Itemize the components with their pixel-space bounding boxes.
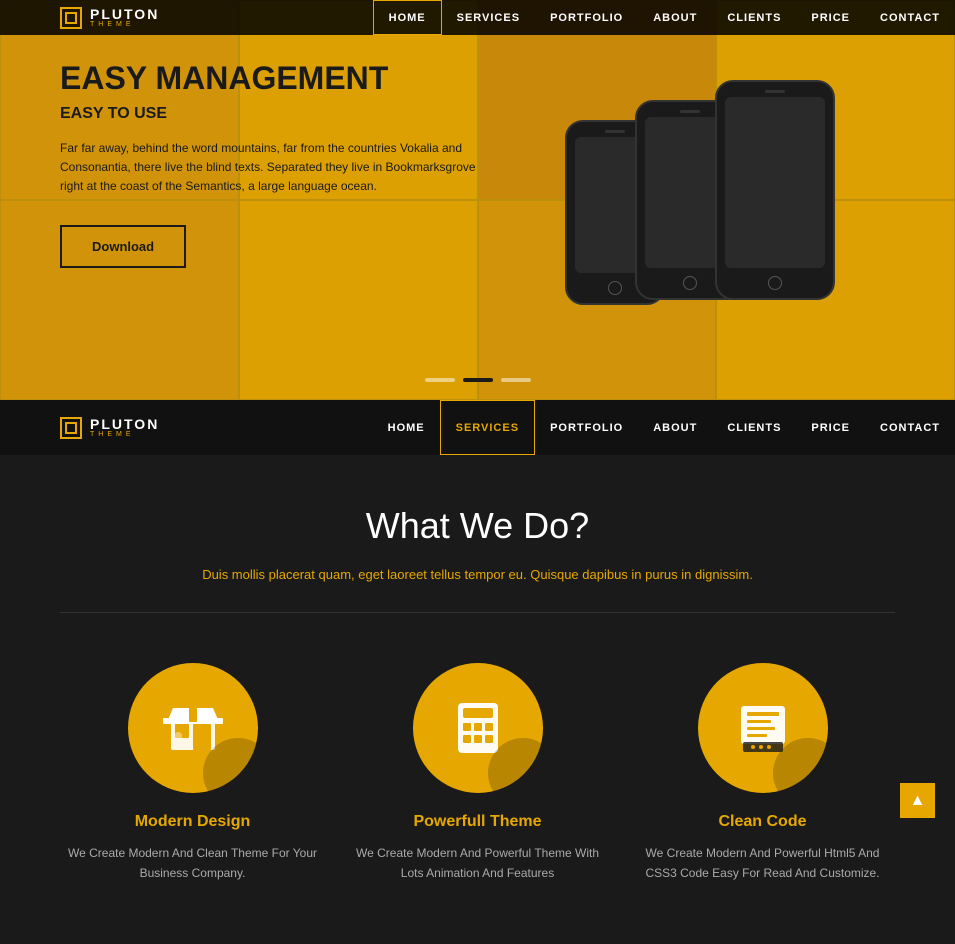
nav2-link-portfolio[interactable]: PORTFOLIO (535, 400, 638, 455)
logo[interactable]: PLUTON THEME (60, 7, 159, 29)
what-description: Duis mollis placerat quam, eget laoreet … (60, 567, 895, 582)
hero-section: PLUTON THEME HOME SERVICES PORTFOLIO ABO… (0, 0, 955, 400)
download-button[interactable]: Download (60, 225, 186, 268)
logo-icon (60, 7, 82, 29)
logo-main-text: PLUTON (90, 7, 159, 21)
logo-2[interactable]: PLUTON THEME (60, 417, 159, 439)
dot-2[interactable] (463, 378, 493, 382)
hero-subtitle: EASY TO USE (60, 105, 480, 123)
service-card-code: Clean Code We Create Modern And Powerful… (633, 663, 893, 884)
logo-icon-2 (60, 417, 82, 439)
dot-3[interactable] (501, 378, 531, 382)
hero-content: EASY MANAGEMENT EASY TO USE Far far away… (60, 60, 480, 268)
service-name-code: Clean Code (633, 813, 893, 831)
phone-large (715, 80, 835, 300)
nav-link-home[interactable]: HOME (373, 0, 442, 35)
divider (60, 612, 895, 613)
store-icon (163, 698, 223, 758)
nav2-link-about[interactable]: ABOUT (638, 400, 712, 455)
service-desc-design: We Create Modern And Clean Theme For You… (63, 843, 323, 884)
service-name-theme: Powerfull Theme (348, 813, 608, 831)
phone-speaker-2 (680, 110, 700, 113)
dot-1[interactable] (425, 378, 455, 382)
nav-link-services[interactable]: SERVICES (442, 0, 535, 35)
logo-sub-text: THEME (90, 21, 159, 28)
hero-title: EASY MANAGEMENT (60, 60, 480, 97)
phone-speaker (605, 130, 625, 133)
nav2-link-services[interactable]: SERVICES (440, 400, 535, 455)
nav-link-price[interactable]: PRICE (796, 0, 865, 35)
service-card-design: Modern Design We Create Modern And Clean… (63, 663, 323, 884)
logo-sub-text-2: THEME (90, 431, 159, 438)
phone-home-2 (683, 276, 697, 290)
service-card-theme: Powerfull Theme We Create Modern And Pow… (348, 663, 608, 884)
nav-link-portfolio[interactable]: PORTFOLIO (535, 0, 638, 35)
nav2-link-price[interactable]: PRICE (796, 400, 865, 455)
phone-speaker-3 (765, 90, 785, 93)
nav-link-clients[interactable]: CLIENTS (712, 0, 796, 35)
scroll-to-top-button[interactable]: ▲ (900, 783, 935, 818)
nav-secondary: PLUTON THEME HOME SERVICES PORTFOLIO ABO… (0, 400, 955, 455)
nav-links-secondary: HOME SERVICES PORTFOLIO ABOUT CLIENTS PR… (373, 400, 955, 455)
services-grid: Modern Design We Create Modern And Clean… (60, 663, 895, 884)
nav-link-contact[interactable]: CONTACT (865, 0, 955, 35)
hero-description: Far far away, behind the word mountains,… (60, 139, 480, 197)
what-we-do-content: What We Do? Duis mollis placerat quam, e… (0, 455, 955, 944)
phone-home-3 (768, 276, 782, 290)
nav-primary: PLUTON THEME HOME SERVICES PORTFOLIO ABO… (0, 0, 955, 35)
nav2-link-contact[interactable]: CONTACT (865, 400, 955, 455)
logo-main-text-2: PLUTON (90, 417, 159, 431)
nav2-link-home[interactable]: HOME (373, 400, 440, 455)
carousel-dots (425, 378, 531, 382)
logo-text: PLUTON THEME (90, 7, 159, 28)
what-title: What We Do? (60, 505, 895, 547)
nav-link-about[interactable]: ABOUT (638, 0, 712, 35)
service-icon-wrap-design (128, 663, 258, 793)
nav-links-primary: HOME SERVICES PORTFOLIO ABOUT CLIENTS PR… (373, 0, 955, 35)
code-icon (733, 698, 793, 758)
service-desc-code: We Create Modern And Powerful Html5 And … (633, 843, 893, 884)
logo-text-2: PLUTON THEME (90, 417, 159, 438)
hero-phones (555, 50, 875, 370)
services-section: PLUTON THEME HOME SERVICES PORTFOLIO ABO… (0, 400, 955, 944)
service-desc-theme: We Create Modern And Powerful Theme With… (348, 843, 608, 884)
service-icon-wrap-code (698, 663, 828, 793)
service-icon-wrap-theme (413, 663, 543, 793)
service-name-design: Modern Design (63, 813, 323, 831)
phone-screen-3 (725, 97, 825, 268)
calculator-icon (448, 698, 508, 758)
phone-home (608, 281, 622, 295)
nav2-link-clients[interactable]: CLIENTS (712, 400, 796, 455)
